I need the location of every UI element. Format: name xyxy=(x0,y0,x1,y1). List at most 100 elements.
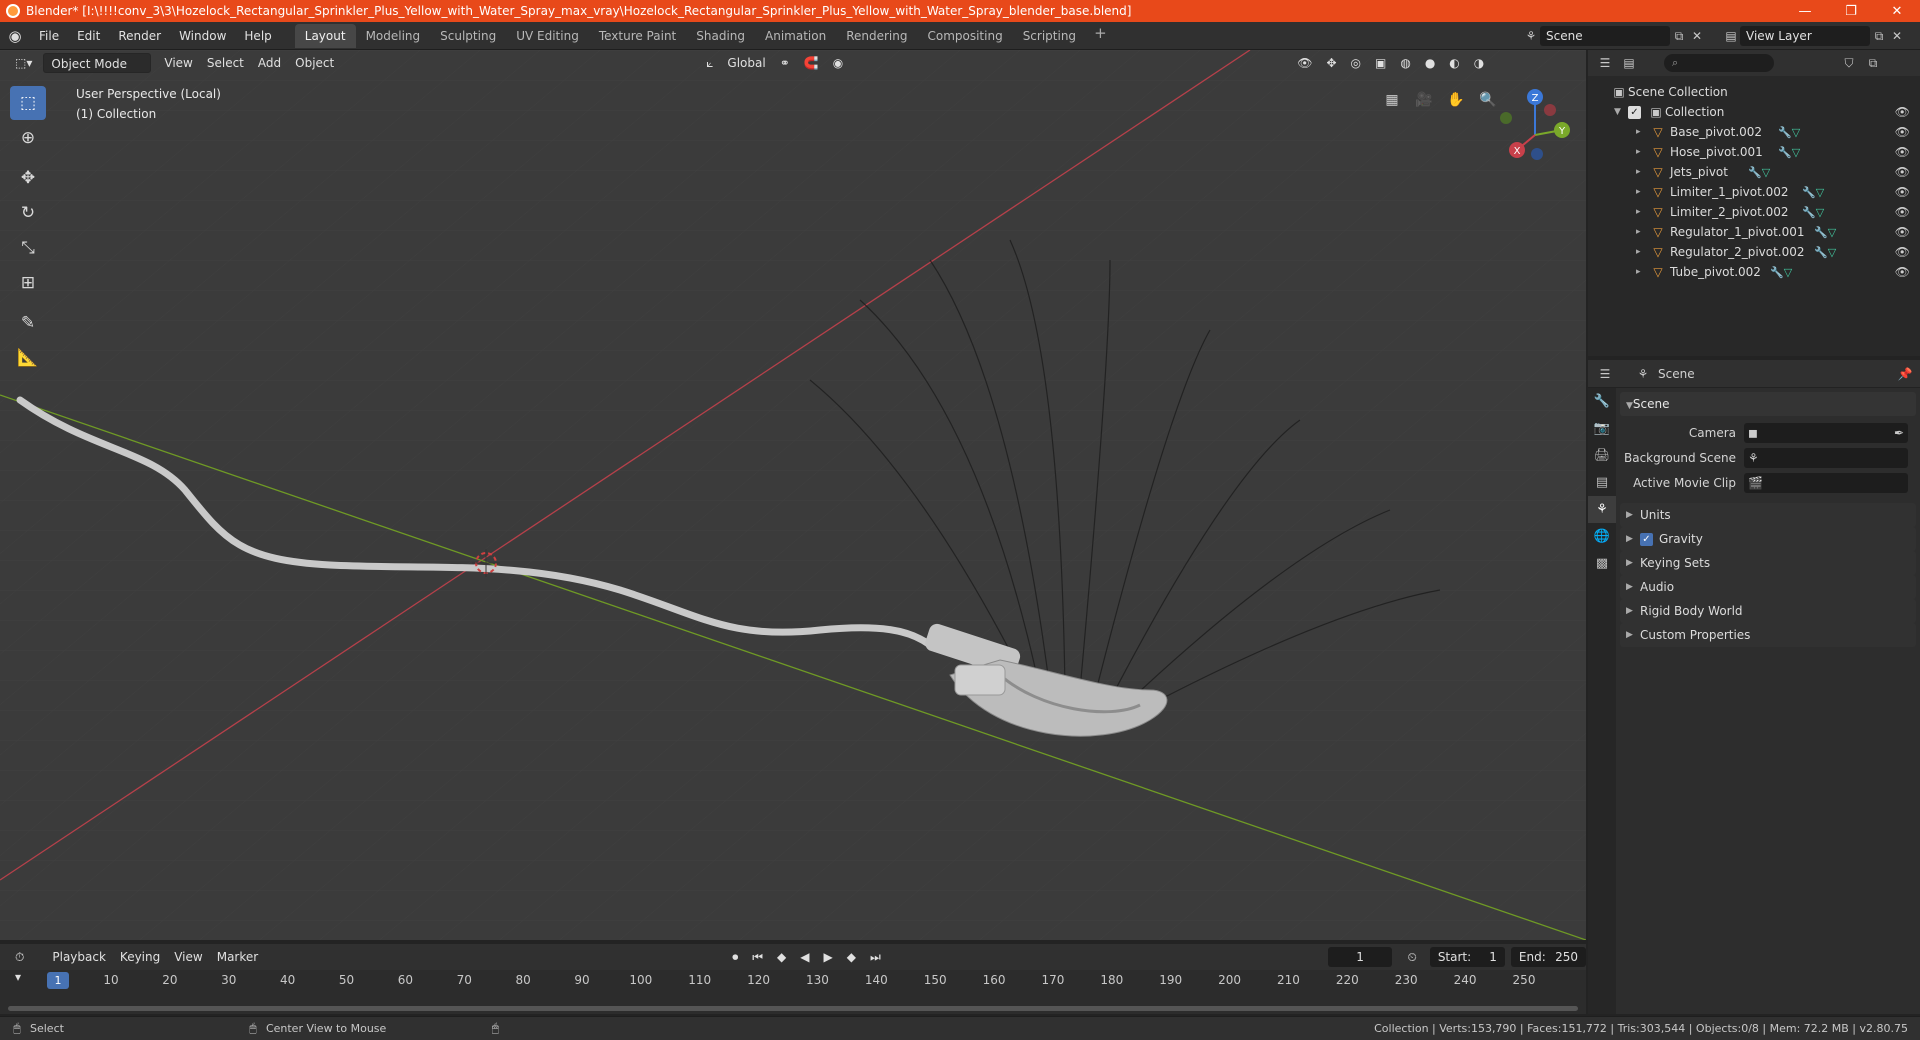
mesh-data-icon[interactable]: ▽ xyxy=(1792,146,1800,159)
gravity-checkbox[interactable]: ✓ xyxy=(1640,532,1653,546)
new-view-layer-icon[interactable]: ⧉ xyxy=(1870,27,1888,45)
outliner-object-row[interactable]: ▸ ▽ Regulator_1_pivot.001 🔧 ▽ 👁 xyxy=(1588,222,1920,242)
expand-object-icon[interactable]: ▸ xyxy=(1636,187,1650,197)
overlay-toggle-icon[interactable]: ◎ xyxy=(1344,53,1368,73)
tab-rendering[interactable]: Rendering xyxy=(836,24,917,48)
menu-edit[interactable]: Edit xyxy=(68,25,109,47)
object-visibility-icon[interactable]: 👁 xyxy=(1895,205,1910,219)
rigid-body-world-panel[interactable]: ▶ Rigid Body World xyxy=(1620,599,1916,623)
eyedropper-icon[interactable]: ✒ xyxy=(1894,426,1904,440)
timeline-scrollbar[interactable] xyxy=(8,1006,1578,1011)
modifier-icon[interactable]: 🔧 xyxy=(1802,206,1816,219)
outliner-scene-collection[interactable]: ▣ Scene Collection xyxy=(1588,82,1920,102)
object-visibility-icon[interactable]: 👁 xyxy=(1895,265,1910,279)
timeline-menu-view[interactable]: View xyxy=(167,947,209,967)
outliner-object-row[interactable]: ▸ ▽ Regulator_2_pivot.002 🔧 ▽ 👁 xyxy=(1588,242,1920,262)
collection-visibility-icon[interactable]: 👁 xyxy=(1895,105,1910,119)
transform-orientation-select[interactable]: Global xyxy=(720,53,772,73)
expand-icon[interactable]: ▶ xyxy=(1626,503,1640,527)
expand-icon[interactable]: ▶ xyxy=(1626,575,1640,599)
outliner-object-row[interactable]: ▸ ▽ Hose_pivot.001 🔧 ▽ 👁 xyxy=(1588,142,1920,162)
tab-sculpting[interactable]: Sculpting xyxy=(430,24,506,48)
blender-logo-icon[interactable]: ◉ xyxy=(0,27,30,45)
transform-tool-icon[interactable]: ⊞ xyxy=(10,266,46,300)
object-visibility-icon[interactable]: 👁 xyxy=(1895,125,1910,139)
background-scene-field[interactable]: ⚘ xyxy=(1744,447,1908,468)
mesh-data-icon[interactable]: ▽ xyxy=(1784,266,1792,279)
mode-selector[interactable]: Object Mode xyxy=(43,53,152,73)
preview-range-icon[interactable]: ⏲ xyxy=(1400,947,1423,967)
solid-shading-icon[interactable]: ● xyxy=(1418,53,1442,73)
tab-scripting[interactable]: Scripting xyxy=(1013,24,1086,48)
expand-icon[interactable]: ▶ xyxy=(1626,527,1640,551)
outliner-search-input[interactable]: ⌕ xyxy=(1664,54,1774,72)
close-button[interactable]: ✕ xyxy=(1874,0,1920,22)
render-properties-tab-icon[interactable]: 📷 xyxy=(1588,415,1616,442)
select-box-tool-icon[interactable]: ⬚ xyxy=(10,86,46,120)
custom-properties-panel[interactable]: ▶ Custom Properties xyxy=(1620,623,1916,647)
keying-sets-panel[interactable]: ▶ Keying Sets xyxy=(1620,551,1916,575)
expand-object-icon[interactable]: ▸ xyxy=(1636,147,1650,157)
3d-viewport[interactable]: Z Y X ⬚▾ Object Mode View Select Add Obj… xyxy=(0,50,1586,940)
tool-properties-tab-icon[interactable]: 🔧 xyxy=(1588,388,1616,415)
toggle-perspective-icon[interactable]: ▦ xyxy=(1380,88,1404,112)
expand-object-icon[interactable]: ▸ xyxy=(1636,167,1650,177)
gizmo-toggle-icon[interactable]: ✥ xyxy=(1319,53,1343,73)
minimize-button[interactable]: — xyxy=(1782,0,1828,22)
viewport-menu-select[interactable]: Select xyxy=(200,53,251,73)
start-frame-field[interactable]: Start: 1 xyxy=(1429,947,1505,967)
collection-checkbox[interactable]: ✓ xyxy=(1628,105,1641,119)
scene-panel-header[interactable]: ▼Scene xyxy=(1620,392,1916,416)
texture-properties-tab-icon[interactable]: ▩ xyxy=(1588,550,1616,577)
jump-keyframe-forward-icon[interactable]: ◆ xyxy=(840,947,863,967)
mesh-data-icon[interactable]: ▽ xyxy=(1828,246,1836,259)
object-visibility-icon[interactable]: 👁 xyxy=(1895,165,1910,179)
menu-render[interactable]: Render xyxy=(109,25,170,47)
xray-toggle-icon[interactable]: ▣ xyxy=(1368,53,1393,73)
object-visibility-icon[interactable]: 👁 xyxy=(1895,245,1910,259)
tab-animation[interactable]: Animation xyxy=(755,24,836,48)
tab-modeling[interactable]: Modeling xyxy=(356,24,431,48)
add-workspace-button[interactable]: + xyxy=(1086,24,1115,48)
expand-collection-icon[interactable]: ▼ xyxy=(1614,107,1628,117)
rendered-shading-icon[interactable]: ◑ xyxy=(1467,53,1491,73)
tab-shading[interactable]: Shading xyxy=(686,24,755,48)
view-layer-tab-icon[interactable]: ▤ xyxy=(1588,469,1616,496)
jump-keyframe-back-icon[interactable]: ◆ xyxy=(770,947,793,967)
view-layer-icon[interactable]: ▤ xyxy=(1722,27,1740,45)
viewport-menu-add[interactable]: Add xyxy=(251,53,288,73)
end-frame-field[interactable]: End: 250 xyxy=(1510,947,1586,967)
menu-help[interactable]: Help xyxy=(235,25,280,47)
tab-uv-editing[interactable]: UV Editing xyxy=(506,24,589,48)
modifier-icon[interactable]: 🔧 xyxy=(1814,226,1828,239)
scene-icon[interactable]: ⚘ xyxy=(1522,27,1540,45)
timeline-menu-keying[interactable]: Keying xyxy=(113,947,167,967)
collapse-panel-icon[interactable]: ▼ xyxy=(1626,401,1633,411)
expand-object-icon[interactable]: ▸ xyxy=(1636,207,1650,217)
visibility-icon[interactable]: 👁 xyxy=(1290,53,1319,73)
modifier-icon[interactable]: 🔧 xyxy=(1802,186,1816,199)
mesh-data-icon[interactable]: ▽ xyxy=(1792,126,1800,139)
units-panel[interactable]: ▶ Units xyxy=(1620,503,1916,527)
mesh-data-icon[interactable]: ▽ xyxy=(1816,206,1824,219)
modifier-icon[interactable]: 🔧 xyxy=(1778,126,1792,139)
display-mode-icon[interactable]: ▤ xyxy=(1620,54,1638,72)
object-visibility-icon[interactable]: 👁 xyxy=(1895,185,1910,199)
mesh-data-icon[interactable]: ▽ xyxy=(1762,166,1770,179)
expand-object-icon[interactable]: ▸ xyxy=(1636,227,1650,237)
transform-orientation-icon[interactable]: ⟀ xyxy=(699,53,720,73)
play-icon[interactable]: ▶ xyxy=(817,947,840,967)
jump-end-icon[interactable]: ⏭ xyxy=(863,947,888,967)
outliner-collection[interactable]: ▼ ✓ ▣ Collection 👁 xyxy=(1588,102,1920,122)
timeline-editor-type-icon[interactable]: ⏱▾ xyxy=(8,947,35,984)
scene-properties-tab-icon[interactable]: ⚘ xyxy=(1588,496,1616,523)
properties-editor-type-icon[interactable]: ☰ xyxy=(1596,365,1614,383)
expand-object-icon[interactable]: ▸ xyxy=(1636,127,1650,137)
wireframe-shading-icon[interactable]: ◍ xyxy=(1393,53,1417,73)
output-properties-tab-icon[interactable]: 🖨 xyxy=(1588,442,1616,469)
active-movie-clip-field[interactable]: 🎬 xyxy=(1744,472,1908,493)
rotate-tool-icon[interactable]: ↻ xyxy=(10,196,46,230)
outliner-editor-type-icon[interactable]: ☰ xyxy=(1596,54,1614,72)
timeline-menu-playback[interactable]: Playback xyxy=(45,947,113,967)
frame-cursor[interactable]: 1 xyxy=(47,972,69,989)
